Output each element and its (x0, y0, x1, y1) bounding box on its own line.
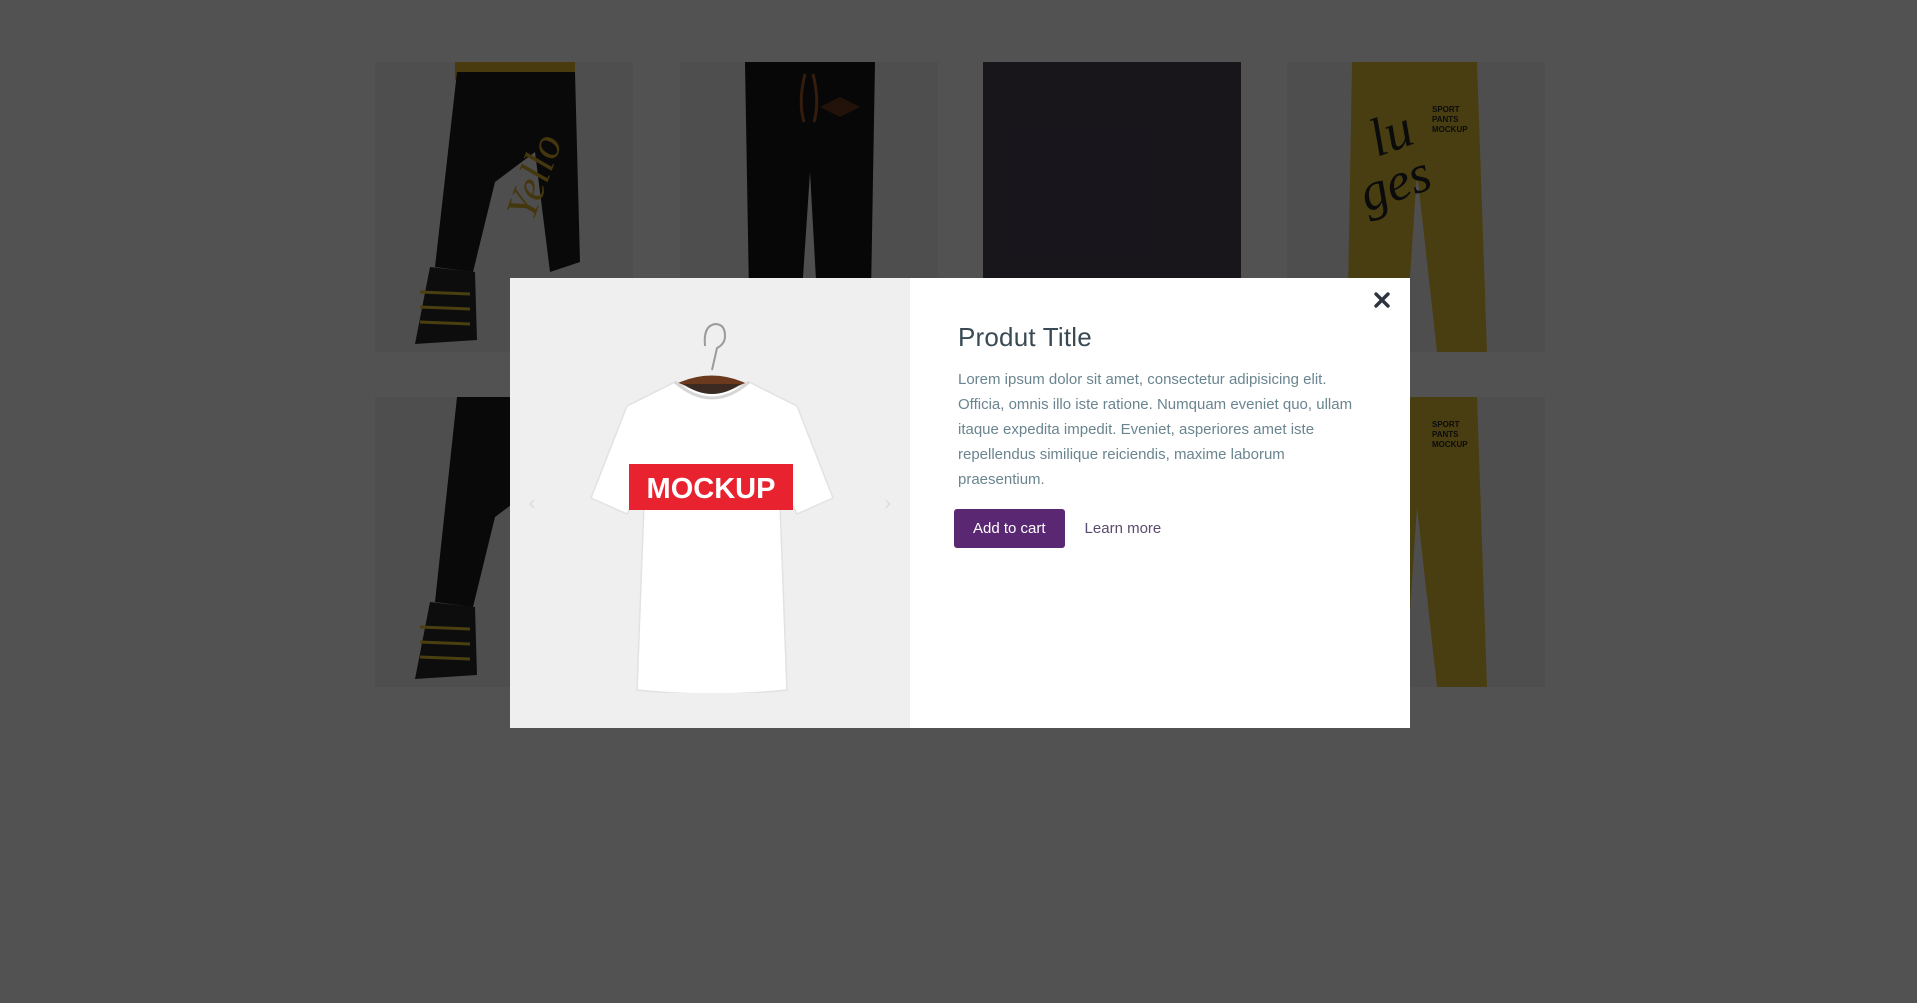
close-icon[interactable] (1368, 286, 1396, 314)
next-image-arrow-icon[interactable]: › (878, 488, 898, 518)
learn-more-link[interactable]: Learn more (1085, 520, 1162, 537)
product-title: Produt Title (958, 322, 1092, 352)
quick-view-modal: ‹ MOCKUP › Produt Title Lorem ipsum dolo… (510, 278, 1410, 728)
product-image-panel: ‹ MOCKUP › (510, 278, 910, 728)
add-to-cart-button[interactable]: Add to cart (954, 509, 1065, 548)
previous-image-arrow-icon[interactable]: ‹ (522, 488, 542, 518)
product-actions: Add to cart Learn more (954, 509, 1362, 548)
product-description: Lorem ipsum dolor sit amet, consectetur … (958, 371, 1353, 488)
tshirt-mockup-image: MOCKUP (590, 322, 834, 693)
tshirt-print-text: MOCKUP (647, 473, 776, 505)
product-details: Produt Title Lorem ipsum dolor sit amet,… (910, 278, 1410, 728)
